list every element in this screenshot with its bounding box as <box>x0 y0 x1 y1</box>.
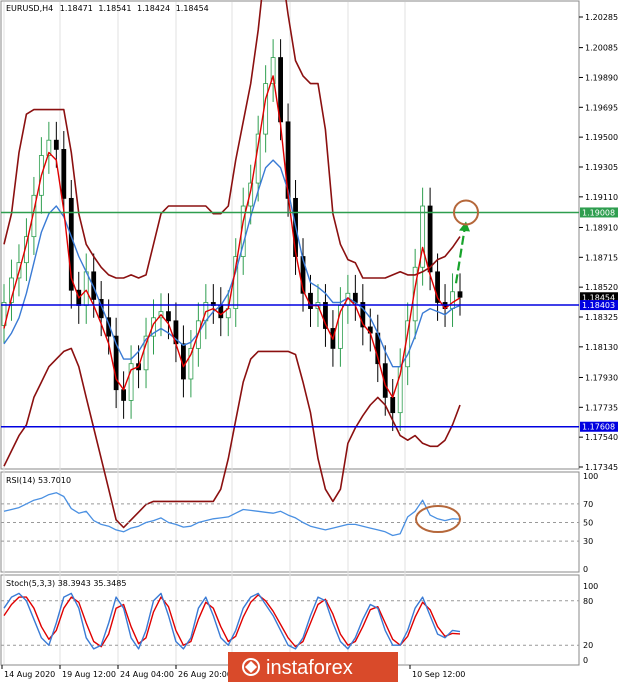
rsi-tick-label: 0 <box>583 565 588 574</box>
price-tick-label: 1.20285 <box>585 13 618 22</box>
price-axis: 1.20285 1.20085 1.19890 1.19695 1.19500 1.193… <box>579 13 618 472</box>
bearish-candle <box>457 291 463 298</box>
rsi-tick-label: 50 <box>583 519 593 528</box>
stoch-tick-label: 20 <box>583 641 593 650</box>
price-tick-label: 1.18520 <box>585 283 618 292</box>
bearish-candle <box>427 205 433 273</box>
price-tick-label: 1.17930 <box>585 373 618 382</box>
chart-canvas: 1.190081.184541.184031.17608 1.202851.20… <box>0 0 618 682</box>
bullish-candle <box>450 291 455 309</box>
support-lower-tag-label: 1.17608 <box>582 423 615 432</box>
chart-window: 1.19008 1.18454 1.18403 1.17608 1.20285 1.20… <box>0 0 620 682</box>
price-tick-label: 1.19500 <box>585 133 618 142</box>
price-tick-label: 1.18130 <box>585 343 618 352</box>
price-tick-label: 1.17540 <box>585 433 618 442</box>
price-tick-label: 1.19890 <box>585 73 618 82</box>
stoch-tick-label: 80 <box>583 597 593 606</box>
resistance-tag-label: 1.19008 <box>582 208 615 217</box>
rsi-tick-label: 70 <box>583 500 593 509</box>
time-tick-label: 14 Aug 2020 <box>4 670 55 679</box>
stoch-tick-label: 100 <box>583 582 598 591</box>
price-tick-label: 1.19110 <box>585 193 618 202</box>
price-tick-label: 1.20085 <box>585 44 618 53</box>
grid <box>3 2 406 664</box>
price-tick-label: 1.17735 <box>585 403 618 412</box>
watermark: instaforex <box>228 652 398 682</box>
resistance-price-tag: 1.19008 <box>580 207 618 218</box>
price-tick-label: 1.19305 <box>585 163 618 172</box>
support-upper-tag-label: 1.18403 <box>582 301 615 310</box>
chart-header-symbol: EURUSD,H4 1.18471 1.18541 1.18424 1.1845… <box>6 4 209 13</box>
time-tick-label: 24 Aug 04:00 <box>120 670 174 679</box>
time-tick-label: 10 Sep 12:00 <box>412 670 465 679</box>
price-tick-label: 1.19695 <box>585 103 618 112</box>
stoch-tick-label: 0 <box>583 656 588 665</box>
rsi-indicator: 100 70 50 30 0 <box>1 472 598 574</box>
bearish-candle <box>121 389 127 401</box>
stoch-header: Stoch(5,3,3) 38.3943 35.3485 <box>6 579 126 588</box>
bearish-candle <box>53 139 59 150</box>
price-tick-label: 1.18910 <box>585 223 618 232</box>
price-tick-label: 1.18325 <box>585 313 618 322</box>
bearish-candle <box>61 148 67 199</box>
price-tick-label: 1.18715 <box>585 253 618 262</box>
time-tick-label: 26 Aug 20:00 <box>178 670 232 679</box>
watermark-text: instaforex <box>266 657 353 679</box>
bearish-candle <box>166 311 171 322</box>
support-lower-price-tag: 1.17608 <box>580 421 618 432</box>
time-tick-label: 19 Aug 12:00 <box>62 670 116 679</box>
rsi-tick-label: 30 <box>583 537 593 546</box>
bearish-candle <box>308 292 313 309</box>
bullish-candle <box>83 271 89 306</box>
price-tick-label: 1.17345 <box>585 463 618 472</box>
rsi-header: RSI(14) 53.7010 <box>6 476 71 485</box>
rsi-tick-label: 100 <box>583 472 598 481</box>
support-upper-price-tag: 1.18403 <box>580 300 618 311</box>
bearish-candle <box>390 396 396 414</box>
